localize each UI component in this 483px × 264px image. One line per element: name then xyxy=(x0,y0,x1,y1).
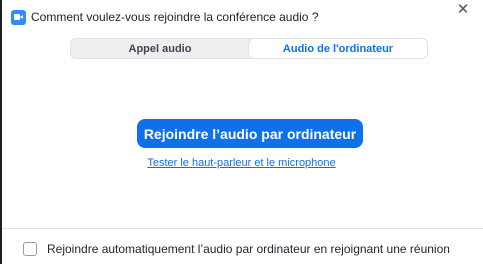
auto-join-checkbox[interactable] xyxy=(23,242,37,256)
join-computer-audio-button[interactable]: Rejoindre l’audio par ordinateur xyxy=(137,119,363,148)
test-speaker-microphone-link[interactable]: Tester le haut-parleur et le microphone xyxy=(0,157,483,169)
tab-computer-audio[interactable]: Audio de l'ordinateur xyxy=(249,39,427,58)
tab-phone-audio[interactable]: Appel audio xyxy=(71,39,249,58)
zoom-app-icon xyxy=(11,9,26,25)
auto-join-label: Rejoindre automatiquement l’audio par or… xyxy=(47,242,450,256)
title-bar: Comment voulez-vous rejoindre la confére… xyxy=(11,6,483,28)
dialog-title: Comment voulez-vous rejoindre la confére… xyxy=(31,10,319,24)
audio-mode-tabs: Appel audio Audio de l'ordinateur xyxy=(70,38,428,59)
close-icon[interactable]: ✕ xyxy=(455,1,471,19)
footer-divider xyxy=(2,228,483,229)
window-left-border xyxy=(0,0,2,264)
auto-join-option[interactable]: Rejoindre automatiquement l’audio par or… xyxy=(23,242,450,256)
